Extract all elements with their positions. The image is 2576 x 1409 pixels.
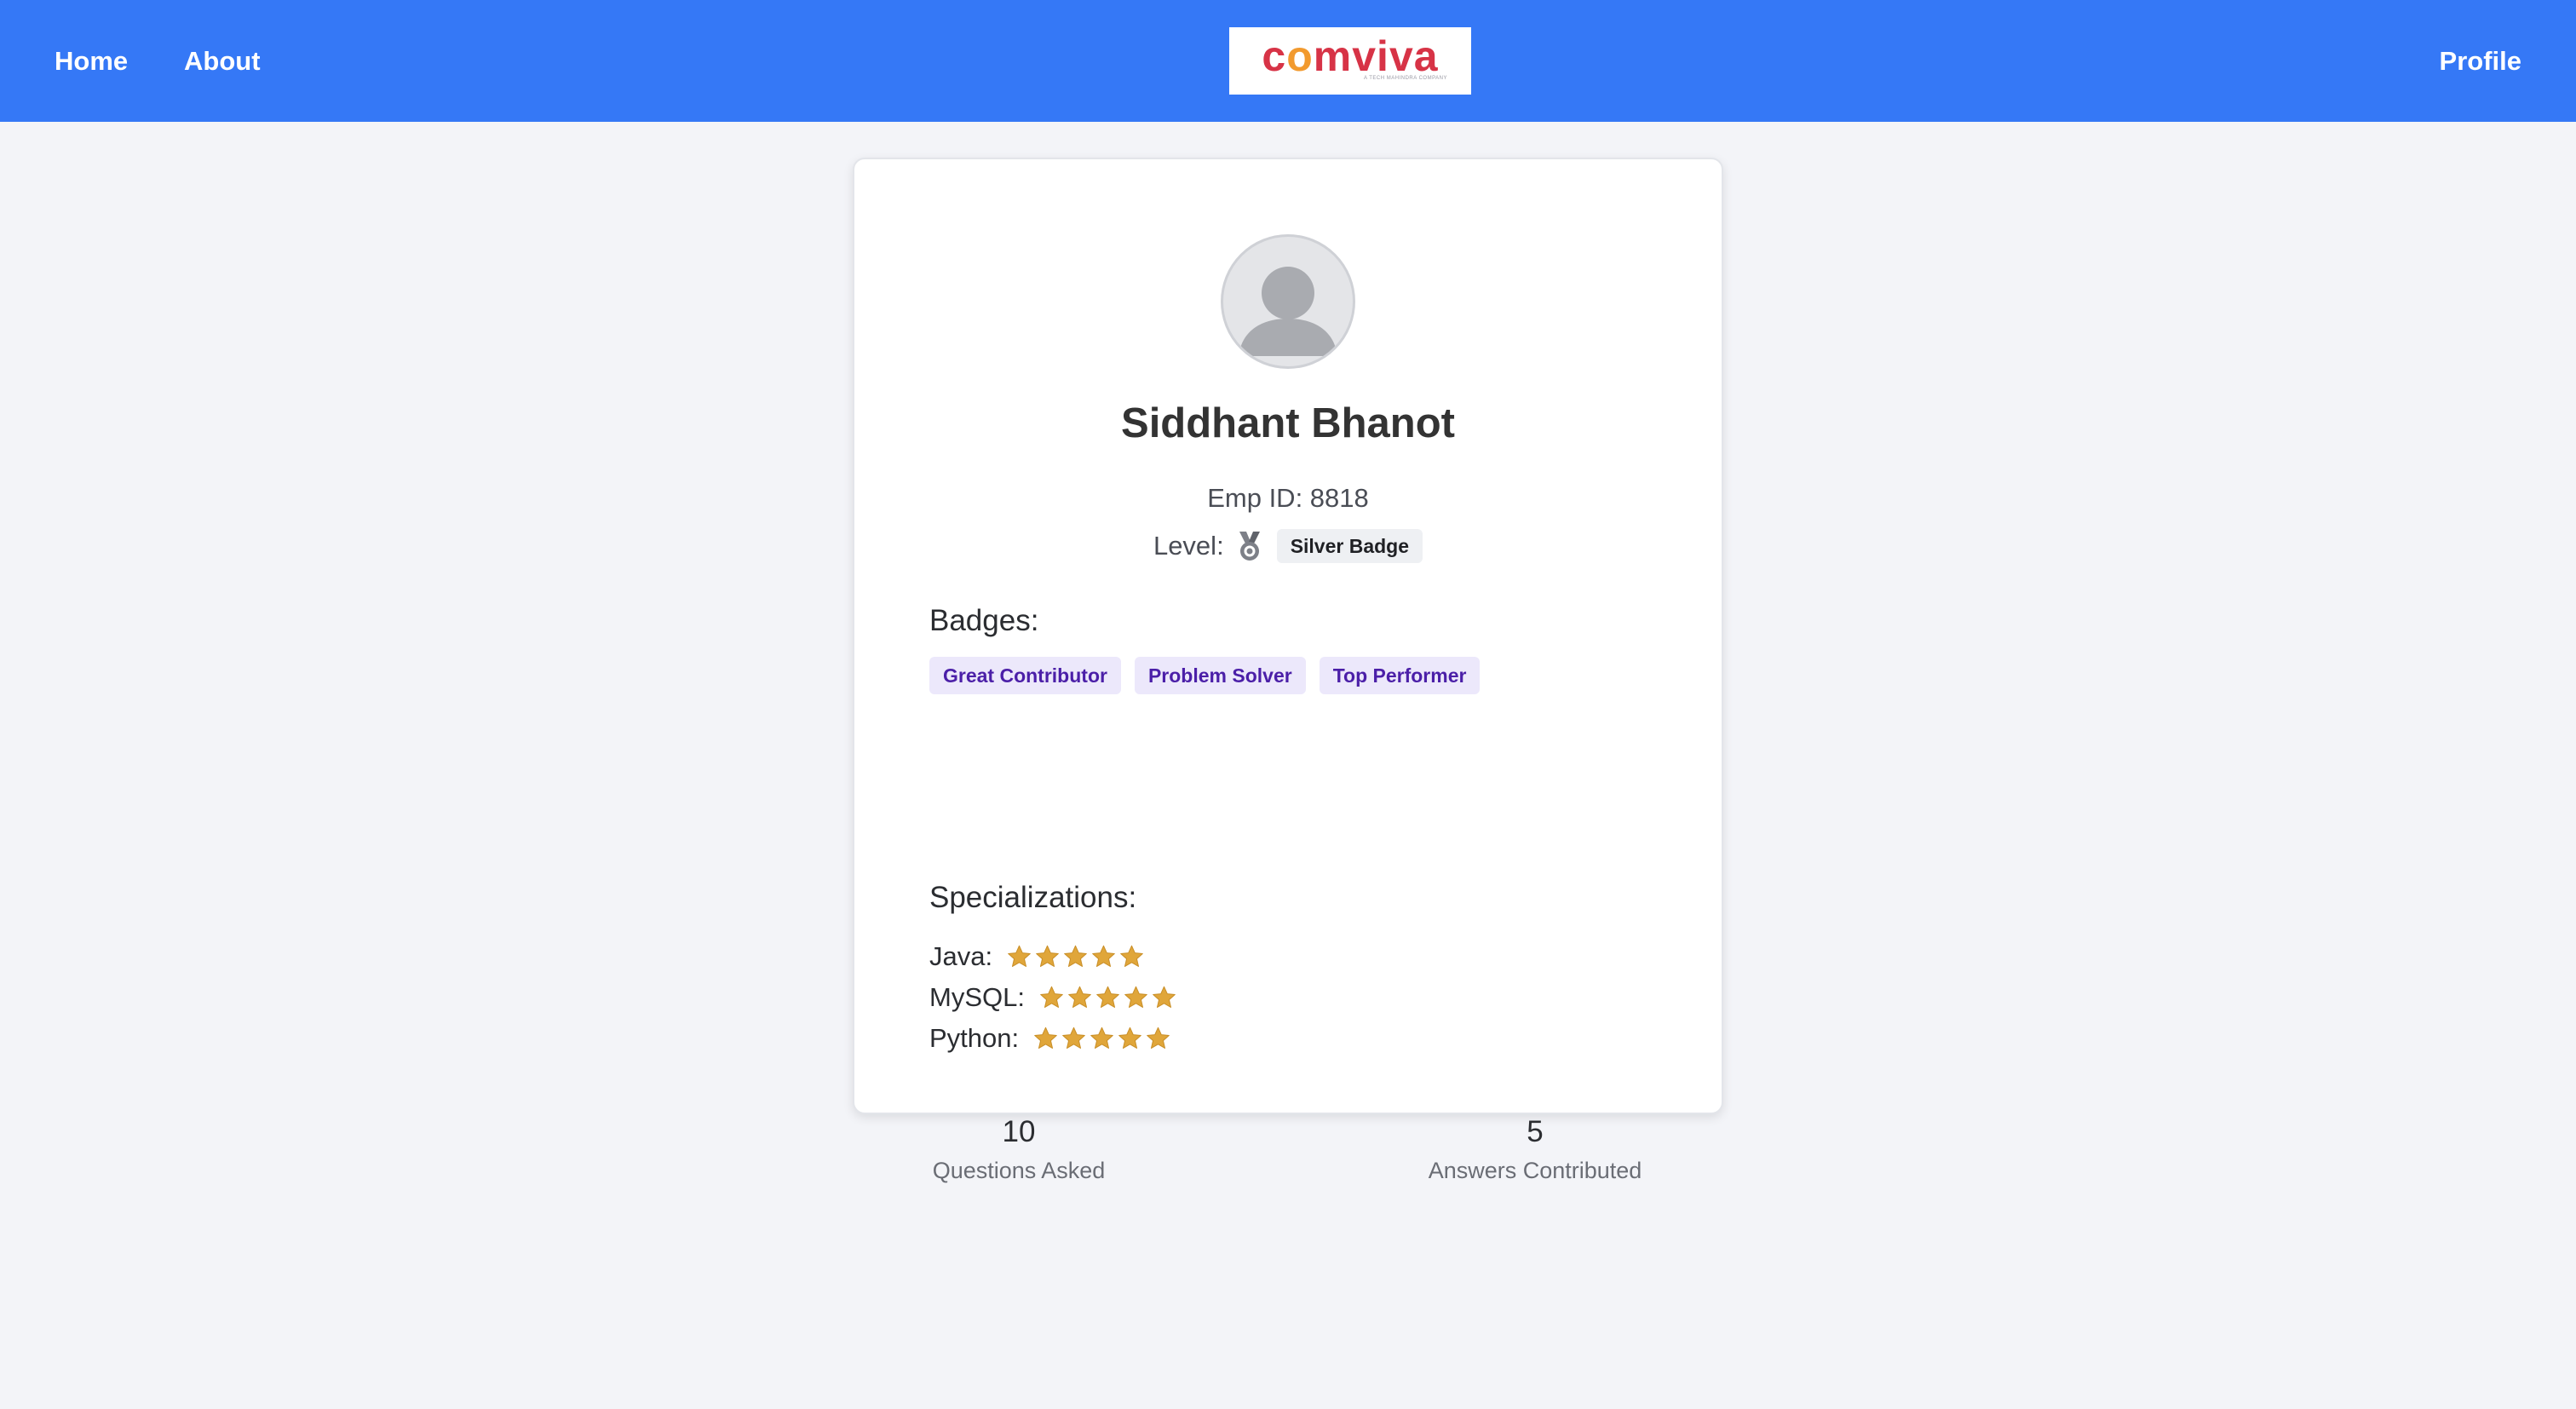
level-badge: Silver Badge [1276, 529, 1423, 563]
specialization-label: Java: [929, 941, 993, 971]
star-icon [1120, 945, 1143, 967]
star-icon [1124, 986, 1147, 1008]
star-icon [1147, 1027, 1170, 1049]
profile-card: Siddhant Bhanot Emp ID: 8818 Level: Silv… [853, 158, 1723, 1183]
level-row: Level: Silver Badge [854, 527, 1722, 565]
medal-icon [1234, 530, 1265, 562]
questions-count: 10 [1002, 1115, 1036, 1148]
level-label: Level: [1153, 531, 1224, 561]
nav-about-link[interactable]: About [184, 44, 261, 78]
badge-chip: Great Contributor [929, 657, 1121, 694]
star-rating [1006, 944, 1145, 970]
star-icon [1062, 1027, 1085, 1049]
star-icon [1118, 1027, 1141, 1049]
star-icon [1090, 1027, 1113, 1049]
badge-chip: Top Performer [1319, 657, 1481, 694]
star-rating [1038, 985, 1177, 1011]
star-icon [1040, 986, 1063, 1008]
badges-heading: Badges: [929, 604, 1039, 637]
star-icon [1064, 945, 1087, 967]
answers-label: Answers Contributed [1428, 1158, 1642, 1183]
specialization-row: MySQL: [929, 977, 1177, 1018]
nav-profile-link[interactable]: Profile [2440, 44, 2521, 78]
star-icon [1068, 986, 1091, 1008]
profile-name: Siddhant Bhanot [1121, 400, 1455, 446]
questions-stat: 10 Questions Asked [929, 1113, 1108, 1185]
star-icon [1008, 945, 1031, 967]
specialization-label: MySQL: [929, 982, 1025, 1012]
logo-wordmark: comviva [1262, 32, 1439, 80]
star-icon [1092, 945, 1115, 967]
avatar-placeholder-icon [1221, 234, 1355, 369]
star-icon [1096, 986, 1119, 1008]
logo-tagline: A TECH MAHINDRA COMPANY [1364, 76, 1447, 81]
top-navbar: Home About comviva A TECH MAHINDRA COMPA… [0, 0, 2576, 122]
answers-stat: 5 Answers Contributed [1420, 1113, 1650, 1185]
answers-count: 5 [1527, 1115, 1544, 1148]
questions-label: Questions Asked [932, 1158, 1106, 1183]
comviva-logo[interactable]: comviva A TECH MAHINDRA COMPANY [1229, 27, 1471, 95]
star-icon [1036, 945, 1059, 967]
specialization-label: Python: [929, 1023, 1020, 1053]
employee-id: Emp ID: 8818 [1207, 483, 1369, 513]
specializations-list: Java: MySQL: Python: [929, 936, 1177, 1059]
badge-list: Great Contributor Problem Solver Top Per… [929, 657, 1481, 694]
badge-chip: Problem Solver [1134, 657, 1306, 694]
star-icon [1153, 986, 1176, 1008]
star-rating [1032, 1026, 1171, 1052]
nav-home-link[interactable]: Home [55, 44, 128, 78]
specialization-row: Python: [929, 1018, 1177, 1059]
star-icon [1034, 1027, 1057, 1049]
specializations-heading: Specializations: [929, 881, 1137, 914]
specialization-row: Java: [929, 936, 1177, 977]
